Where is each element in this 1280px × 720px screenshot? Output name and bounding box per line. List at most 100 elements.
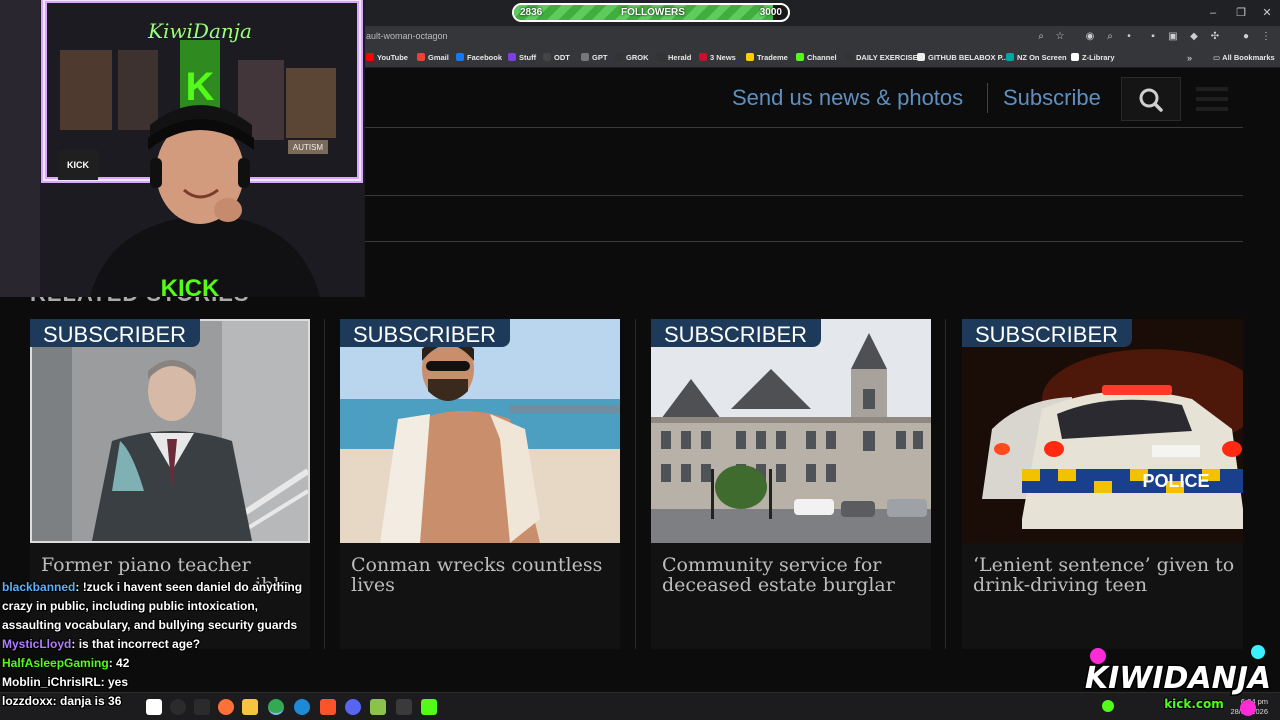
chat-username: blackbanned [2, 580, 76, 594]
subscriber-badge: SUBSCRIBER [340, 319, 511, 347]
browser-menu-icon[interactable]: ⋮ [1259, 30, 1273, 44]
story-image-courtroom-man[interactable] [30, 319, 310, 543]
bookmark-item[interactable]: Channel [796, 53, 837, 62]
extension-badge-icon[interactable]: ▪ [1146, 30, 1160, 44]
chat-username: HalfAsleepGaming [2, 656, 109, 670]
bookmark-star-icon[interactable]: ☆ [1053, 30, 1067, 44]
chat-message: MysticLloyd: is that incorrect age? [0, 635, 320, 654]
kick-box-logo: K [186, 65, 215, 109]
menu-hamburger-icon[interactable] [1196, 87, 1228, 117]
bookmark-label: Facebook [467, 53, 503, 62]
send-news-link[interactable]: Send us news & photos [732, 85, 963, 111]
three-news-icon [699, 53, 707, 61]
neon-sign: KiwiDanja [147, 19, 252, 43]
bookmark-item[interactable]: Herald [657, 53, 691, 62]
kick-app-icon[interactable] [421, 699, 437, 715]
story-title-line: Former piano teacher [41, 554, 251, 576]
story-card[interactable]: POLICE SUBSCRIBER ‘Lenient sentence’ giv… [962, 319, 1243, 649]
followers-goal: 3000 [759, 7, 782, 18]
discord-icon[interactable] [345, 699, 361, 715]
chat-message: HalfAsleepGaming: 42 [0, 654, 320, 673]
all-bookmarks-label: All Bookmarks [1222, 53, 1275, 62]
odt-icon [543, 53, 551, 61]
bookmark-item[interactable]: DAILY EXERCISE! [845, 53, 920, 62]
zoom-icon[interactable]: ⌕ [1034, 30, 1048, 44]
close-button[interactable]: ✕ [1252, 4, 1280, 22]
fireworks-icon[interactable] [370, 699, 386, 715]
search-lens-icon[interactable]: ⌕ [1103, 30, 1117, 44]
gpt-icon [581, 53, 589, 61]
bookmark-label: ODT [554, 53, 570, 62]
chat-username: Moblin_iChrisIRL [2, 675, 101, 689]
story-title[interactable]: Conman wrecks countless lives [351, 555, 613, 595]
story-image-police-car[interactable]: POLICE [962, 319, 1243, 543]
bookmark-item[interactable]: 3 News [699, 53, 736, 62]
bookmark-item[interactable]: YouTube [366, 53, 408, 62]
story-card-footer: Conman wrecks countless lives [340, 543, 620, 649]
story-card[interactable]: SUBSCRIBER Community service for decease… [651, 319, 931, 649]
bookmark-label: YouTube [377, 53, 408, 62]
kick-icon [796, 53, 804, 61]
all-bookmarks[interactable]: ▭ All Bookmarks [1213, 53, 1275, 62]
bookmark-item[interactable]: NZ On Screen [1006, 53, 1067, 62]
minimize-button[interactable]: – [1198, 4, 1228, 22]
chat-username: lozzdoxx [2, 694, 53, 708]
bookmark-item[interactable]: GPT [581, 53, 607, 62]
chat-message: blackbanned: !zuck i havent seen daniel … [0, 578, 320, 635]
bookmark-label: DAILY EXERCISE! [856, 53, 921, 62]
shirt-kick-logo: KICK [161, 275, 220, 297]
bookmarks-overflow-chevron-icon[interactable]: » [1187, 53, 1192, 63]
gmail-icon [417, 53, 425, 61]
man-on-beach-photo [340, 319, 620, 543]
terminal-icon[interactable] [396, 699, 412, 715]
chat-text: : is that incorrect age? [71, 637, 201, 651]
story-title[interactable]: ‘Lenient sentence’ given to drink-drivin… [973, 555, 1235, 595]
extension-red-icon[interactable]: ▣ [1166, 30, 1180, 44]
brave-icon[interactable] [320, 699, 336, 715]
z-library-icon [1071, 53, 1079, 61]
followers-goal-bar: 2836 FOLLOWERS 3000 [512, 3, 790, 22]
card-divider [635, 319, 636, 649]
screen: 2836 FOLLOWERS 3000 – ❐ ✕ ault-woman-oct… [0, 0, 1280, 720]
incognito-icon[interactable]: ◉ [1083, 30, 1097, 44]
url-field[interactable]: ault-woman-octagon [366, 31, 448, 41]
courthouse-building-photo [651, 319, 931, 543]
chat-message: lozzdoxx: danja is 36 [0, 692, 320, 711]
bookmark-item[interactable]: Stuff [508, 53, 536, 62]
bookmark-item[interactable]: Gmail [417, 53, 449, 62]
followers-current: 2836 [520, 7, 543, 18]
story-card[interactable]: SUBSCRIBER Conman wrecks countless lives [340, 319, 620, 649]
bookmark-item[interactable]: ODT [543, 53, 570, 62]
bookmark-label: Channel [807, 53, 837, 62]
story-card-footer: Community service for deceased estate bu… [651, 543, 931, 649]
story-image-courthouse[interactable] [651, 319, 931, 543]
subscriber-badge: SUBSCRIBER [962, 319, 1133, 347]
folder-icon: ▭ [1213, 53, 1223, 62]
search-button[interactable] [1121, 77, 1181, 121]
subscribe-link[interactable]: Subscribe [1003, 85, 1101, 111]
extension-icon[interactable]: • [1122, 30, 1136, 44]
bookmark-item[interactable]: Z-Library [1071, 53, 1115, 62]
profile-avatar-icon[interactable]: ● [1239, 30, 1253, 44]
bookmark-item[interactable]: Trademe [746, 53, 788, 62]
extensions-puzzle-icon[interactable]: ✣ [1208, 30, 1222, 44]
extension-shield-icon[interactable]: ◆ [1187, 30, 1201, 44]
autism-sticker: AUTISM [293, 143, 324, 152]
card-divider [945, 319, 946, 649]
folder-icon [845, 53, 853, 61]
bookmark-item[interactable]: Facebook [456, 53, 502, 62]
github-icon [917, 53, 925, 61]
youtube-icon [366, 53, 374, 61]
man-outside-court-photo [32, 321, 308, 541]
bookmark-label: Z-Library [1082, 53, 1115, 62]
nz-on-screen-icon [1006, 53, 1014, 61]
webcam-overlay: K KiwiDanja AUTISM KICK KICK [0, 0, 365, 297]
story-image-beach-man[interactable] [340, 319, 620, 543]
story-title[interactable]: Community service for deceased estate bu… [662, 555, 924, 595]
police-text: POLICE [1142, 471, 1209, 491]
bookmark-item[interactable]: GITHUB BELABOX P... [917, 53, 1008, 62]
chat-username: MysticLloyd [2, 637, 72, 651]
subscriber-badge: SUBSCRIBER [651, 319, 822, 347]
logo-subtext: kick.com [1164, 697, 1224, 711]
bookmark-item[interactable]: GROK [615, 53, 649, 62]
